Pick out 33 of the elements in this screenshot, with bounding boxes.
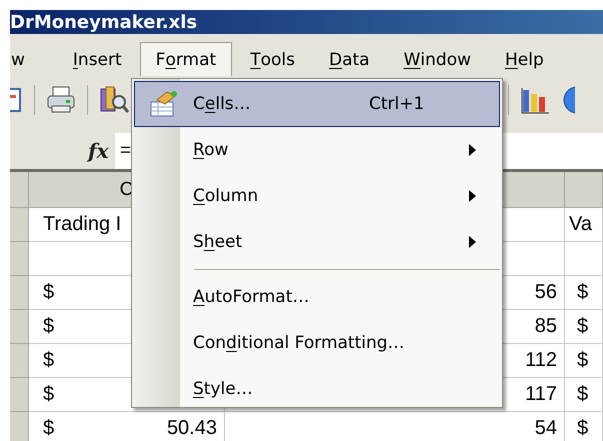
menu-item[interactable]: Help xyxy=(489,42,560,76)
row-header[interactable] xyxy=(10,242,29,276)
row-header[interactable] xyxy=(10,276,29,310)
window-title: DrMoneymaker.xls xyxy=(10,12,198,34)
table-cell: $ xyxy=(565,310,603,344)
table-cell: $ xyxy=(565,412,603,441)
table-cell: 54 xyxy=(225,412,565,441)
menu-item[interactable]: Cells… Ctrl+1 xyxy=(134,81,500,127)
table-cell: $ 50.43 xyxy=(29,412,225,441)
table-cell: Va xyxy=(565,208,603,242)
row-header[interactable] xyxy=(10,412,29,441)
table-cell: $ xyxy=(565,276,603,310)
menu-item[interactable]: Format xyxy=(140,42,232,76)
corner-header[interactable] xyxy=(10,172,29,208)
column-header[interactable] xyxy=(565,172,603,208)
shortcut-label: Ctrl+1 xyxy=(369,94,426,114)
menu-item[interactable]: w xyxy=(10,42,41,76)
help-icon[interactable] xyxy=(561,84,575,116)
row-header[interactable] xyxy=(10,378,29,412)
menu-item[interactable]: Tools xyxy=(234,42,311,76)
document-icon[interactable] xyxy=(10,85,24,115)
menu-item[interactable]: Row xyxy=(134,127,500,173)
table-cell xyxy=(565,242,603,276)
menu-item[interactable]: Window xyxy=(388,42,487,76)
insert-function-button[interactable]: fx xyxy=(88,139,115,169)
row-header[interactable] xyxy=(10,310,29,344)
book-magnifier-icon[interactable] xyxy=(98,84,130,116)
row-header[interactable] xyxy=(10,208,29,242)
table-cell: $ xyxy=(565,344,603,378)
menu-item[interactable]: Insert xyxy=(56,42,138,76)
table-cell: $ xyxy=(565,378,603,412)
row-header[interactable] xyxy=(10,344,29,378)
menu-item[interactable]: Data xyxy=(312,42,386,76)
